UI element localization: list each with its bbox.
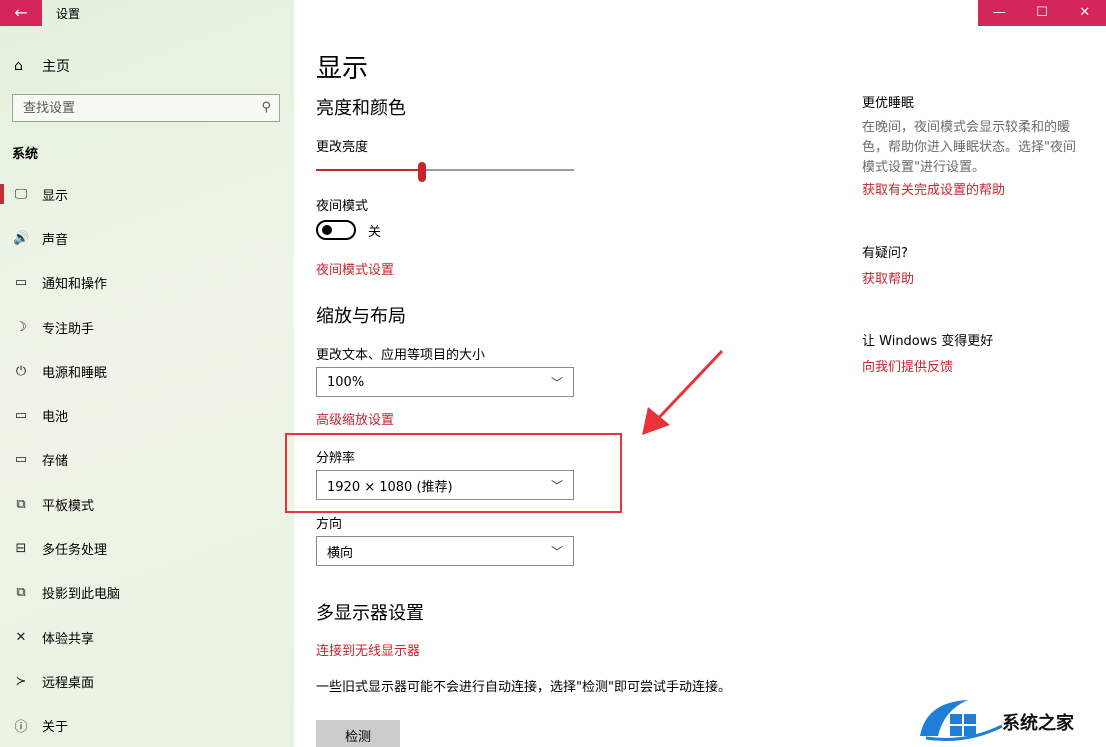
back-button[interactable]: ←: [0, 0, 42, 26]
sidebar-item[interactable]: ✕ 体验共享: [0, 615, 294, 659]
watermark-text: 系统之家: [1002, 713, 1074, 734]
night-mode-toggle[interactable]: [316, 220, 356, 240]
sidebar-item-label: 关于: [42, 720, 69, 736]
chevron-down-icon: ﹀: [550, 376, 563, 390]
sidebar-item[interactable]: ⏻ 电源和睡眠: [0, 349, 294, 393]
sidebar-item[interactable]: ⧉ 平板模式: [0, 482, 294, 526]
tablet-icon: ⧉: [16, 496, 26, 512]
night-mode-label: 夜间模式: [316, 199, 369, 214]
sidebar-item[interactable]: ▭ 存储: [0, 438, 294, 482]
advanced-scaling-link[interactable]: 高级缩放设置: [316, 409, 394, 428]
sidebar-item-label: 多任务处理: [42, 543, 108, 559]
sidebar-item[interactable]: ≻ 远程桌面: [0, 659, 294, 703]
home-icon: ⌂: [14, 58, 23, 74]
night-mode-state: 关: [368, 224, 382, 240]
minimize-icon[interactable]: —: [978, 0, 1021, 26]
question-title: 有疑问?: [862, 246, 908, 261]
power-icon: ⏻: [15, 363, 27, 379]
brightness-label: 更改亮度: [316, 140, 369, 155]
sidebar-item-label: 体验共享: [42, 631, 95, 647]
orientation-dropdown[interactable]: 横向 ﹀: [316, 536, 574, 566]
sidebar-item[interactable]: ▭ 电池: [0, 393, 294, 437]
home-label: 主页: [42, 59, 70, 75]
watermark: 系统之家: [910, 692, 1106, 747]
feedback-link[interactable]: 向我们提供反馈: [862, 356, 953, 375]
main-pane: — ☐ ✕ 显示 亮度和颜色 更改亮度 夜间模式 关 夜间模式设置 缩放与布局 …: [285, 0, 1106, 747]
sleep-help-link[interactable]: 获取有关完成设置的帮助: [862, 179, 1005, 198]
sidebar-item-label: 声音: [42, 232, 69, 248]
storage-icon: ▭: [14, 452, 28, 468]
brightness-slider[interactable]: [316, 162, 574, 182]
monitor-icon: 🖵: [14, 186, 28, 202]
sidebar-item-label: 远程桌面: [42, 675, 95, 691]
night-mode-row: 关: [316, 220, 381, 240]
highlight-box: [285, 433, 622, 513]
sidebar-item-label: 平板模式: [42, 498, 95, 514]
annotation-arrow-icon: [642, 349, 724, 435]
sleep-title: 更优睡眠: [862, 96, 915, 111]
share-icon: ✕: [15, 629, 27, 645]
orientation-label: 方向: [316, 517, 343, 532]
night-mode-settings-link[interactable]: 夜间模式设置: [316, 259, 394, 278]
multitask-icon: ⊟: [15, 541, 27, 557]
slider-fill: [316, 169, 422, 171]
sidebar-item-label: 通知和操作: [42, 277, 108, 293]
search-box[interactable]: ⚲: [12, 94, 280, 122]
scale-heading: 缩放与布局: [316, 306, 406, 327]
project-icon: ⧉: [16, 585, 26, 601]
multi-display-description: 一些旧式显示器可能不会进行自动连接，选择"检测"即可尝试手动连接。: [316, 680, 731, 695]
slider-thumb[interactable]: [417, 162, 426, 182]
chevron-down-icon: ﹀: [550, 545, 563, 559]
sidebar-item-label: 电源和睡眠: [42, 365, 108, 381]
scale-dropdown[interactable]: 100% ﹀: [316, 367, 574, 397]
improve-title: 让 Windows 变得更好: [862, 334, 994, 349]
sidebar-nav: 🖵 显示 🔊 声音 ▭ 通知和操作 ☽ 专注助手 ⏻ 电源和睡眠 ▭ 电池 ▭ 存储 ⧉ 平板模式 ⊟ 多任务处理…: [0, 172, 294, 747]
scale-label: 更改文本、应用等项目的大小: [316, 348, 486, 363]
sidebar-item[interactable]: ▭ 通知和操作: [0, 261, 294, 305]
sidebar-item-label: 专注助手: [42, 321, 95, 337]
battery-icon: ▭: [14, 408, 28, 424]
sidebar-item[interactable]: ☽ 专注助手: [0, 305, 294, 349]
sidebar-item-label: 显示: [42, 188, 69, 204]
multi-display-heading: 多显示器设置: [316, 603, 424, 624]
get-help-link[interactable]: 获取帮助: [862, 268, 914, 287]
sidebar-item[interactable]: 🔊 声音: [0, 216, 294, 260]
brightness-heading: 亮度和颜色: [316, 98, 406, 119]
sidebar-item[interactable]: ⊟ 多任务处理: [0, 526, 294, 570]
maximize-icon[interactable]: ☐: [1021, 0, 1064, 26]
remote-icon: ≻: [15, 673, 27, 689]
search-input[interactable]: [13, 95, 243, 121]
app-title: 设置: [56, 7, 81, 21]
moon-icon: ☽: [15, 319, 27, 335]
sidebar-item-home[interactable]: ⌂ 主页: [14, 56, 70, 76]
orientation-value: 横向: [327, 545, 354, 561]
sidebar-item[interactable]: ⓘ 关于: [0, 704, 294, 747]
titlebar-left: ← 设置: [0, 0, 294, 26]
wireless-display-link[interactable]: 连接到无线显示器: [316, 640, 420, 659]
search-icon[interactable]: ⚲: [261, 100, 271, 115]
section-label-system: 系统: [12, 147, 39, 162]
scale-value: 100%: [327, 374, 365, 390]
sidebar-item-label: 投影到此电脑: [42, 587, 121, 603]
window-controls: — ☐ ✕: [978, 0, 1106, 26]
sleep-text: 在晚间，夜间模式会显示较柔和的暖色，帮助你进入睡眠状态。选择"夜间模式设置"进行…: [862, 120, 1076, 175]
page-title: 显示: [316, 54, 369, 84]
sidebar-item-label: 存储: [42, 454, 69, 470]
watermark-logo-icon: [920, 700, 1003, 741]
speaker-icon: 🔊: [13, 230, 30, 246]
detect-button[interactable]: 检测: [316, 720, 400, 747]
back-arrow-icon: ←: [14, 3, 28, 22]
sidebar-item[interactable]: 🖵 显示: [0, 172, 294, 216]
close-icon[interactable]: ✕: [1063, 0, 1106, 26]
sidebar-item[interactable]: ⧉ 投影到此电脑: [0, 571, 294, 615]
info-icon: ⓘ: [14, 720, 28, 736]
notification-icon: ▭: [14, 275, 28, 291]
sidebar-item-label: 电池: [42, 410, 69, 426]
toggle-knob: [322, 225, 332, 235]
sidebar: ← 设置 ⌂ 主页 ⚲ 系统 🖵 显示 🔊 声音 ▭ 通知和操作 ☽ 专注助手 ⏻ 电源和睡眠 ▭ 电…: [0, 0, 294, 747]
